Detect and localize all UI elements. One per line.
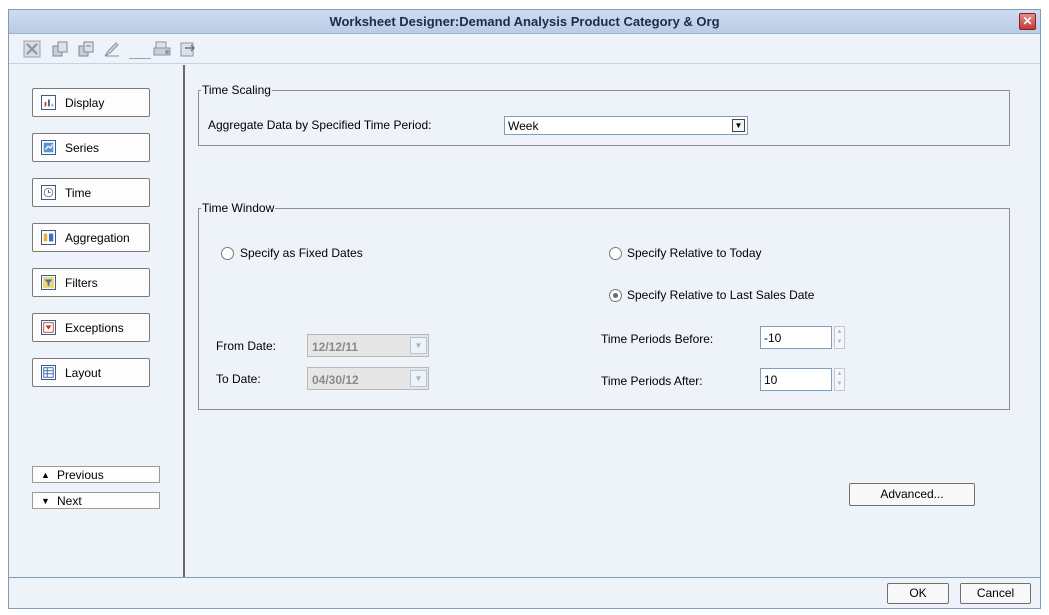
content-panel: Time Scaling Aggregate Data by Specified…	[187, 65, 1040, 577]
nav-aggregation-label: Aggregation	[65, 231, 130, 245]
periods-before-spinner[interactable]: -10 ▲ ▼	[760, 326, 846, 349]
spin-up-icon[interactable]: ▲	[835, 327, 844, 337]
aggregate-label: Aggregate Data by Specified Time Period:	[208, 118, 432, 132]
to-date-field: 04/30/12 ▼	[307, 367, 429, 390]
layout-icon	[41, 365, 56, 380]
print-icon[interactable]	[153, 40, 171, 58]
fixed-dates-radio[interactable]	[221, 247, 234, 260]
aggregation-icon	[41, 230, 56, 245]
calendar-dropdown-icon: ▼	[410, 337, 427, 354]
relative-sales-date-radio[interactable]	[609, 289, 622, 302]
toolbar-separator	[129, 58, 151, 59]
time-scaling-group: Time Scaling Aggregate Data by Specified…	[198, 83, 1010, 146]
aggregate-period-select[interactable]: Week ▼	[504, 116, 748, 135]
spin-up-icon[interactable]: ▲	[835, 369, 844, 379]
periods-after-value: 10	[764, 373, 778, 387]
fixed-dates-label: Specify as Fixed Dates	[240, 246, 363, 260]
spinner-arrows[interactable]: ▲ ▼	[834, 326, 845, 349]
to-date-label: To Date:	[216, 372, 261, 386]
bar-chart-icon	[41, 95, 56, 110]
export-icon[interactable]	[179, 40, 197, 58]
nav-display-label: Display	[65, 96, 105, 110]
background-window-strip	[0, 0, 1049, 8]
nav-aggregation-button[interactable]: Aggregation	[32, 223, 150, 252]
nav-exceptions-label: Exceptions	[65, 321, 124, 335]
clock-icon	[41, 185, 56, 200]
spin-down-icon[interactable]: ▼	[835, 379, 844, 389]
periods-before-value: -10	[764, 331, 782, 345]
relative-sales-date-label: Specify Relative to Last Sales Date	[627, 288, 815, 302]
nav-series-label: Series	[65, 141, 100, 155]
nav-layout-label: Layout	[65, 366, 102, 380]
toolbar	[9, 34, 1040, 64]
nav-layout-button[interactable]: Layout	[32, 358, 150, 387]
aggregate-period-value: Week	[508, 119, 539, 133]
cancel-button[interactable]: Cancel	[960, 583, 1031, 604]
previous-label: Previous	[57, 468, 104, 482]
from-date-field: 12/12/11 ▼	[307, 334, 429, 357]
from-date-label: From Date:	[216, 339, 277, 353]
spin-down-icon[interactable]: ▼	[835, 337, 844, 347]
dialog-footer: OK Cancel	[9, 577, 1040, 608]
nav-display-button[interactable]: Display	[32, 88, 150, 117]
periods-after-label: Time Periods After:	[601, 374, 703, 388]
nav-series-button[interactable]: Series	[32, 133, 150, 162]
time-window-group: Time Window Specify as Fixed Dates Speci…	[198, 201, 1010, 410]
chevron-down-icon[interactable]: ▼	[732, 119, 745, 132]
time-scaling-legend: Time Scaling	[202, 83, 271, 97]
close-button[interactable]: ✕	[1019, 13, 1036, 30]
nav-time-label: Time	[65, 186, 92, 200]
periods-before-input[interactable]: -10	[760, 326, 832, 349]
periods-after-input[interactable]: 10	[760, 368, 832, 391]
worksheet-designer-dialog: Worksheet Designer:Demand Analysis Produ…	[8, 9, 1041, 609]
filter-icon	[41, 275, 56, 290]
nav-exceptions-button[interactable]: Exceptions	[32, 313, 150, 342]
edit-icon[interactable]	[103, 40, 121, 58]
window-title: Worksheet Designer:Demand Analysis Produ…	[329, 14, 720, 29]
previous-button[interactable]: ▲ Previous	[32, 466, 160, 483]
nav-filters-label: Filters	[65, 276, 98, 290]
nav-filters-button[interactable]: Filters	[32, 268, 150, 297]
calendar-dropdown-icon: ▼	[410, 370, 427, 387]
paste-icon[interactable]	[77, 40, 95, 58]
ok-button[interactable]: OK	[887, 583, 949, 604]
copy-icon[interactable]	[51, 40, 69, 58]
up-arrow-icon: ▲	[41, 470, 50, 480]
periods-after-spinner[interactable]: 10 ▲ ▼	[760, 368, 846, 391]
nav-time-button[interactable]: Time	[32, 178, 150, 207]
spinner-arrows[interactable]: ▲ ▼	[834, 368, 845, 391]
down-arrow-icon: ▼	[41, 496, 50, 506]
from-date-value: 12/12/11	[312, 340, 359, 354]
time-window-legend: Time Window	[202, 201, 275, 215]
relative-today-label: Specify Relative to Today	[627, 246, 762, 260]
next-label: Next	[57, 494, 82, 508]
advanced-button[interactable]: Advanced...	[849, 483, 975, 506]
periods-before-label: Time Periods Before:	[601, 332, 714, 346]
to-date-value: 04/30/12	[312, 373, 359, 387]
series-icon	[41, 140, 56, 155]
title-bar[interactable]: Worksheet Designer:Demand Analysis Produ…	[9, 10, 1040, 34]
exceptions-icon	[41, 320, 56, 335]
relative-today-radio[interactable]	[609, 247, 622, 260]
next-button[interactable]: ▼ Next	[32, 492, 160, 509]
cut-icon[interactable]	[23, 40, 41, 58]
left-navigation: Display Series Time Aggregation Filters …	[9, 65, 185, 577]
